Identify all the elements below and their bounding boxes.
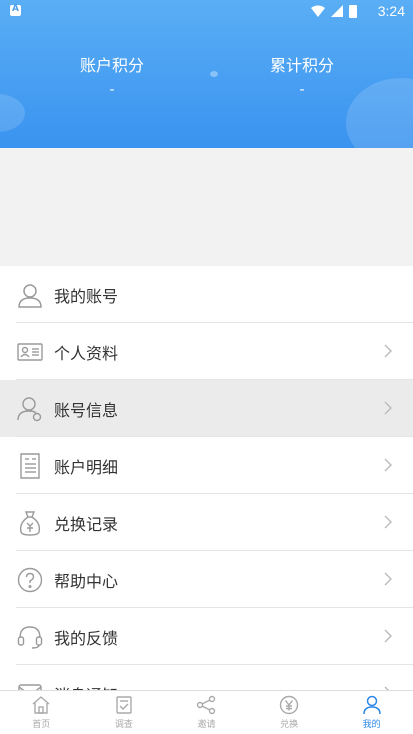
menu-item-label: 我的账号 [54,286,119,306]
menu-item-account-details[interactable]: 账户明细 [0,437,413,494]
nav-label: 邀请 [197,720,216,730]
headset-icon [16,623,44,651]
nav-mine[interactable]: 我的 [330,691,413,734]
notification-icon: A [10,4,21,16]
total-points-label: 累计积分 [269,56,334,75]
menu-item-label: 消息通知 [54,682,118,691]
signal-icon [331,5,343,17]
menu-item-label: 我的反馈 [54,628,119,648]
nav-survey[interactable]: 调查 [83,691,166,734]
help-icon [16,566,44,594]
user-icon [16,281,44,309]
nav-label: 我的 [362,720,381,730]
nav-label: 首页 [32,720,51,730]
menu-item-label: 帮助中心 [54,571,119,591]
chevron-right-icon [384,458,392,472]
account-points-value: - [109,82,115,98]
nav-redeem[interactable]: 兑换 [248,691,331,734]
bottom-nav: 首页 调查 邀请 兑换 我的 [0,690,413,734]
menu-item-my-account[interactable]: 我的账号 [0,266,413,323]
menu-item-label: 账号信息 [54,400,119,420]
menu-item-feedback[interactable]: 我的反馈 [0,608,413,665]
message-icon [16,680,44,690]
user-settings-icon [16,395,44,423]
nav-label: 兑换 [280,720,299,730]
chevron-right-icon [384,401,392,415]
points-header: A 3:24 账户积分 - 累计积分 - [0,0,413,148]
decorative-bubble [0,94,25,132]
chevron-right-icon [384,629,392,643]
home-icon [32,696,50,714]
receipt-icon [16,452,44,480]
profile-icon [362,695,381,715]
screen: A 3:24 账户积分 - 累计积分 - 我的账号 个人资料 账号信息 账户明细… [0,0,413,734]
menu-item-label: 账户明细 [54,457,119,477]
decorative-bubble [210,71,218,77]
nav-label: 调查 [114,720,133,730]
menu-item-label: 兑换记录 [54,514,119,534]
nav-invite[interactable]: 邀请 [165,691,248,734]
menu-item-account-info[interactable]: 账号信息 [0,380,413,437]
menu-item-profile[interactable]: 个人资料 [0,323,413,380]
survey-icon [116,696,132,714]
menu-item-help-center[interactable]: 帮助中心 [0,551,413,608]
share-icon [197,695,216,715]
chevron-right-icon [384,344,392,358]
menu-item-redeem-records[interactable]: 兑换记录 [0,494,413,551]
blank-area [0,148,413,266]
yen-icon [279,695,299,715]
id-card-icon [16,338,44,366]
chevron-right-icon [384,515,392,529]
money-bag-icon [16,509,44,537]
menu-item-notifications[interactable]: 消息通知 [0,665,413,690]
account-points: 账户积分 - [42,52,182,98]
status-time: 3:24 [377,3,405,19]
wifi-icon [311,5,325,17]
chevron-right-icon [384,572,392,586]
nav-home[interactable]: 首页 [0,691,83,734]
total-points-value: - [299,82,305,98]
menu-item-label: 个人资料 [54,343,119,363]
battery-icon [349,4,357,18]
menu-list: 我的账号 个人资料 账号信息 账户明细 兑换记录 帮助中心 我的反馈 [0,266,413,690]
account-points-label: 账户积分 [79,56,144,75]
status-bar: A 3:24 [0,0,413,22]
total-points: 累计积分 - [232,52,372,98]
